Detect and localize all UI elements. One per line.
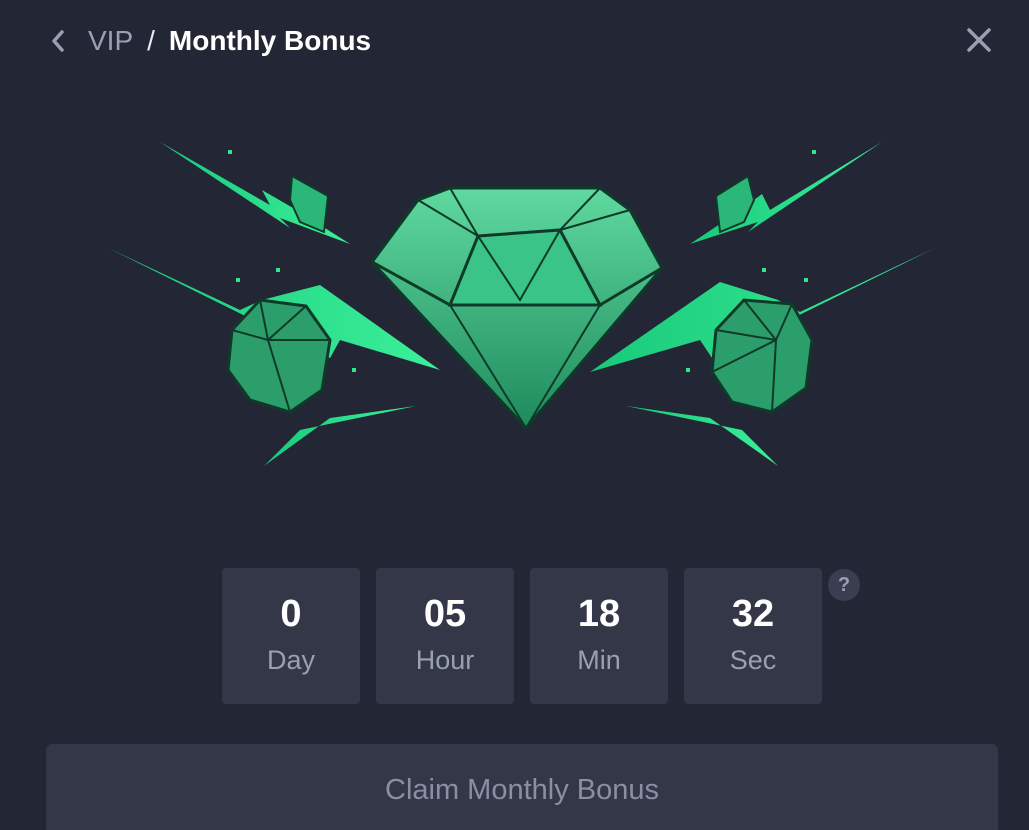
countdown-days: 0 Day <box>222 568 360 704</box>
modal-header: VIP / Monthly Bonus <box>0 0 1029 84</box>
countdown-value: 18 <box>577 593 621 635</box>
claim-monthly-bonus-button[interactable]: Claim Monthly Bonus <box>46 744 998 830</box>
breadcrumb-vip-link[interactable]: VIP <box>88 24 133 58</box>
hero-illustration <box>100 110 940 510</box>
countdown-value: 32 <box>731 593 775 635</box>
chevron-left-icon <box>52 30 64 52</box>
close-button[interactable] <box>963 24 995 56</box>
countdown-hours: 05 Hour <box>376 568 514 704</box>
countdown-value: 0 <box>280 593 302 635</box>
close-icon <box>967 28 991 52</box>
monthly-bonus-modal: VIP / Monthly Bonus 0 Day 05 Hour 18 Min… <box>0 0 1029 830</box>
back-button[interactable] <box>44 26 72 56</box>
countdown-label: Hour <box>415 645 475 675</box>
breadcrumb: VIP / Monthly Bonus <box>88 24 371 58</box>
countdown-seconds: 32 Sec <box>684 568 822 704</box>
page-title: Monthly Bonus <box>168 25 372 56</box>
emerald-diamond-icon <box>108 142 935 466</box>
breadcrumb-separator: / <box>147 25 155 56</box>
help-button[interactable]: ? <box>828 569 860 601</box>
countdown-label: Sec <box>729 645 777 675</box>
countdown-label: Min <box>577 645 621 675</box>
claim-button-label: Claim Monthly Bonus <box>385 774 659 806</box>
countdown-label: Day <box>266 645 315 675</box>
countdown-timer: 0 Day 05 Hour 18 Min 32 Sec <box>222 568 822 704</box>
countdown-value: 05 <box>423 593 467 635</box>
countdown-minutes: 18 Min <box>530 568 668 704</box>
